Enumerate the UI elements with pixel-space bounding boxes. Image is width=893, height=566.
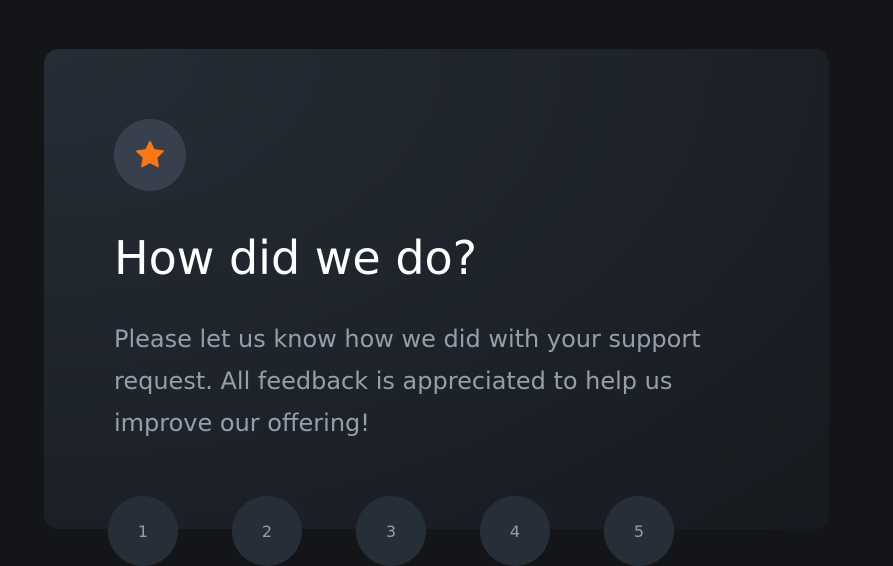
- rating-label: 5: [633, 521, 645, 541]
- card-description: Please let us know how we did with your …: [114, 324, 701, 437]
- feedback-card: How did we do? Please let us know how we…: [44, 49, 829, 566]
- star-badge: [114, 119, 186, 191]
- rating-label: 2: [261, 521, 273, 541]
- rating-options: 1 2 3 4 5: [108, 496, 674, 566]
- rating-label: 1: [137, 521, 149, 541]
- card-title: How did we do?: [114, 231, 478, 285]
- rating-label: 3: [385, 521, 397, 541]
- rating-label: 4: [509, 521, 521, 541]
- rating-button-1[interactable]: 1: [108, 496, 178, 566]
- rating-button-3[interactable]: 3: [356, 496, 426, 566]
- rating-button-4[interactable]: 4: [480, 496, 550, 566]
- rating-button-5[interactable]: 5: [604, 496, 674, 566]
- rating-button-2[interactable]: 2: [232, 496, 302, 566]
- star-icon: [136, 141, 164, 168]
